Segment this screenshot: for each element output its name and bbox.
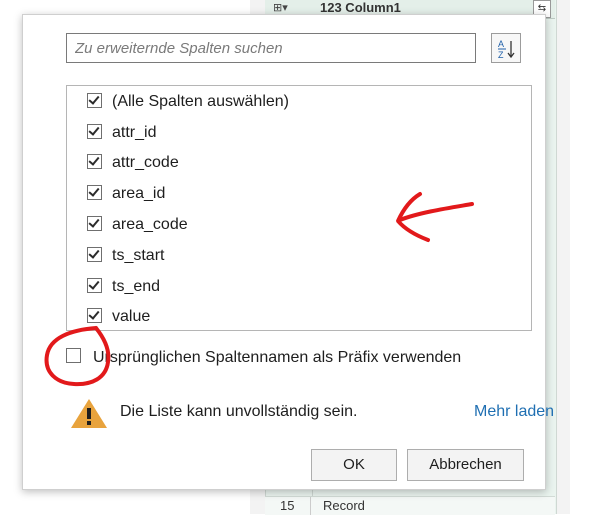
- prefix-checkbox[interactable]: [66, 348, 81, 364]
- checkbox-checked-icon[interactable]: [87, 307, 102, 323]
- load-more-link[interactable]: Mehr laden: [474, 403, 554, 421]
- incomplete-list-warning: Die Liste kann unvollständig sein. Mehr …: [70, 397, 554, 429]
- column-option-label: attr_code: [112, 154, 179, 171]
- checkbox-checked-icon[interactable]: [87, 246, 102, 262]
- column-option-ts-end[interactable]: ts_end: [87, 272, 160, 302]
- checkbox-checked-icon[interactable]: [87, 153, 102, 169]
- column-option-label: value: [112, 308, 151, 325]
- column-option-attr-code[interactable]: attr_code: [87, 148, 179, 178]
- column-option-label: area_code: [112, 216, 188, 233]
- column-option-label: attr_id: [112, 124, 157, 141]
- column-option-select-all[interactable]: (Alle Spalten auswählen): [87, 87, 289, 117]
- column-option-label: ts_start: [112, 247, 165, 264]
- prefix-option[interactable]: Ursprünglichen Spaltennamen als Präfix v…: [66, 346, 461, 370]
- column-list[interactable]: (Alle Spalten auswählen) attr_id attr_co…: [66, 85, 532, 331]
- checkbox-checked-icon[interactable]: [87, 277, 102, 293]
- column-option-label: ts_end: [112, 278, 161, 295]
- row-value[interactable]: Record: [323, 497, 365, 515]
- grid-footer-row: 15 Record: [265, 496, 555, 515]
- column-option-label: area_id: [112, 185, 166, 202]
- warning-text: Die Liste kann unvollständig sein.: [120, 403, 358, 420]
- search-columns-input[interactable]: [66, 33, 476, 63]
- row-number: 15: [280, 498, 295, 513]
- checkbox-checked-icon[interactable]: [87, 123, 102, 139]
- svg-text:A: A: [498, 39, 504, 49]
- column-option-ts-start[interactable]: ts_start: [87, 241, 164, 271]
- checkbox-checked-icon[interactable]: [87, 184, 102, 200]
- column-option-area-code[interactable]: area_code: [87, 210, 188, 240]
- svg-text:Z: Z: [498, 50, 504, 60]
- column-option-label: (Alle Spalten auswählen): [112, 93, 289, 110]
- cancel-button[interactable]: Abbrechen: [407, 449, 524, 481]
- expand-columns-popup: A Z (Alle Spalten auswählen) attr_id att…: [22, 14, 554, 490]
- ok-button[interactable]: OK: [311, 449, 397, 481]
- cell-divider: [310, 497, 311, 515]
- column-option-area-id[interactable]: area_id: [87, 179, 165, 209]
- prefix-option-label: Ursprünglichen Spaltennamen als Präfix v…: [93, 349, 462, 366]
- column-option-value[interactable]: value: [87, 302, 150, 332]
- checkbox-checked-icon[interactable]: [87, 92, 102, 108]
- warning-icon: [71, 399, 107, 428]
- sort-button[interactable]: A Z: [491, 33, 521, 63]
- checkbox-checked-icon[interactable]: [87, 215, 102, 231]
- sort-az-icon: A Z: [498, 39, 515, 60]
- column-option-attr-id[interactable]: attr_id: [87, 118, 156, 148]
